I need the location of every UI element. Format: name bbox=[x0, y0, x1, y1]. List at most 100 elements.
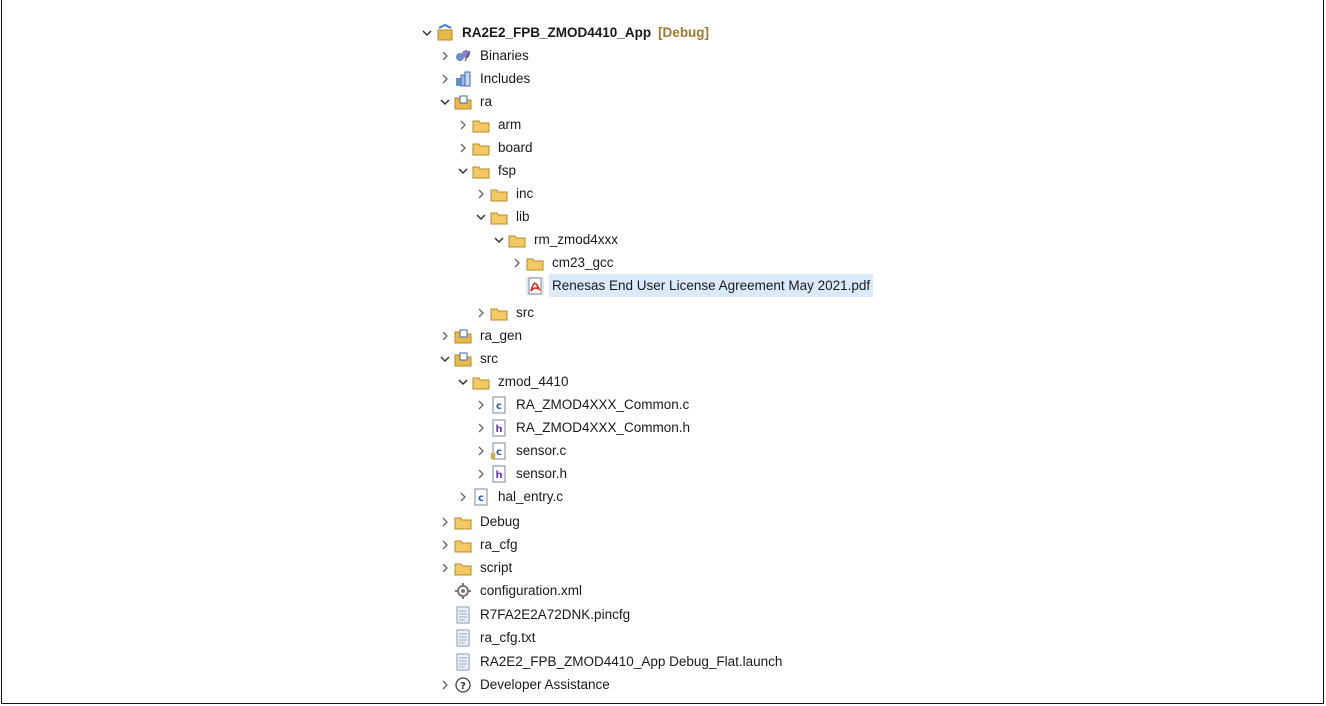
tree-item-fsp-src[interactable]: src bbox=[474, 301, 537, 324]
tree-item-label: arm bbox=[498, 117, 522, 132]
tree-item-label: cm23_gcc bbox=[552, 255, 614, 270]
tree-item-lib[interactable]: lib bbox=[474, 205, 533, 228]
tree-item-fsp[interactable]: fsp bbox=[456, 159, 519, 182]
chevron-right-icon[interactable] bbox=[456, 485, 470, 508]
chevron-right-icon[interactable] bbox=[474, 416, 488, 439]
chevron-down-icon[interactable] bbox=[492, 228, 506, 251]
chevron-down-icon[interactable] bbox=[456, 159, 470, 182]
tree-item-label: src bbox=[480, 351, 498, 366]
source-folder-icon bbox=[454, 327, 472, 345]
c-file-icon: c bbox=[490, 396, 508, 414]
tree-item-label: fsp bbox=[498, 163, 517, 178]
folder-icon bbox=[490, 208, 508, 226]
chevron-right-icon[interactable] bbox=[510, 251, 524, 274]
svg-text:h: h bbox=[495, 470, 502, 481]
tree-item-label: rm_zmod4xxx bbox=[534, 232, 619, 247]
tree-item-label: Renesas End User License Agreement May 2… bbox=[549, 274, 874, 297]
folder-icon bbox=[490, 304, 508, 322]
tree-item-sensor-c[interactable]: c sensor.c bbox=[474, 439, 569, 462]
tree-item-label: Developer Assistance bbox=[480, 677, 610, 692]
tree-item-ra-cfg-txt[interactable]: ra_cfg.txt bbox=[438, 626, 539, 649]
chevron-right-icon[interactable] bbox=[474, 393, 488, 416]
chevron-right-icon[interactable] bbox=[438, 67, 452, 90]
tree-item-rm-zmod4xxx[interactable]: rm_zmod4xxx bbox=[492, 228, 621, 251]
chevron-right-icon[interactable] bbox=[456, 136, 470, 159]
folder-icon bbox=[454, 536, 472, 554]
chevron-down-icon[interactable] bbox=[438, 347, 452, 370]
tree-item-debug-launch[interactable]: RA2E2_FPB_ZMOD4410_App Debug_Flat.launch bbox=[438, 650, 785, 673]
folder-icon bbox=[472, 139, 490, 157]
chevron-right-icon[interactable] bbox=[474, 301, 488, 324]
chevron-down-icon[interactable] bbox=[456, 370, 470, 393]
tree-item-label: Binaries bbox=[480, 48, 529, 63]
tree-item-label: zmod_4410 bbox=[498, 374, 569, 389]
tree-item-label: ra_cfg.txt bbox=[480, 630, 536, 645]
tree-item-label: R7FA2E2A72DNK.pincfg bbox=[480, 607, 631, 622]
includes-icon bbox=[454, 70, 472, 88]
gear-file-icon bbox=[454, 582, 472, 600]
c-file-icon: c bbox=[490, 442, 508, 460]
tree-item-hal-entry-c[interactable]: c hal_entry.c bbox=[456, 485, 566, 508]
build-config-decoration: [Debug] bbox=[658, 25, 710, 40]
svg-text:c: c bbox=[496, 447, 502, 458]
tree-item-src[interactable]: src bbox=[438, 347, 501, 370]
folder-icon bbox=[490, 185, 508, 203]
tree-item-ra-gen[interactable]: ra_gen bbox=[438, 324, 525, 347]
tree-item-developer-assistance[interactable]: ? Developer Assistance bbox=[438, 673, 613, 696]
tree-item-inc[interactable]: inc bbox=[474, 182, 536, 205]
tree-item-binaries[interactable]: Binaries bbox=[438, 44, 532, 67]
tree-item-zmod-4410[interactable]: zmod_4410 bbox=[456, 370, 572, 393]
tree-item-label: configuration.xml bbox=[480, 583, 583, 598]
chevron-right-icon[interactable] bbox=[474, 439, 488, 462]
folder-icon bbox=[454, 513, 472, 531]
tree-item-configuration-xml[interactable]: configuration.xml bbox=[438, 579, 585, 602]
tree-item-pincfg[interactable]: R7FA2E2A72DNK.pincfg bbox=[438, 603, 633, 626]
h-file-icon: h bbox=[490, 419, 508, 437]
tree-item-project-root[interactable]: RA2E2_FPB_ZMOD4410_App [Debug] bbox=[420, 21, 709, 44]
chevron-right-icon[interactable] bbox=[438, 44, 452, 67]
tree-item-label: src bbox=[516, 305, 534, 320]
tree-item-label: board bbox=[498, 140, 533, 155]
tree-item-label: inc bbox=[516, 186, 534, 201]
chevron-down-icon[interactable] bbox=[420, 21, 434, 44]
source-folder-icon bbox=[454, 93, 472, 111]
tree-item-board[interactable]: board bbox=[456, 136, 536, 159]
tree-item-ra-cfg[interactable]: ra_cfg bbox=[438, 533, 521, 556]
tree-item-debug[interactable]: Debug bbox=[438, 510, 523, 533]
tree-item-cm23-gcc[interactable]: cm23_gcc bbox=[510, 251, 617, 274]
explorer-frame bbox=[1, 0, 1324, 704]
tree-item-label: sensor.h bbox=[516, 466, 568, 481]
tree-item-label: Debug bbox=[480, 514, 520, 529]
tree-item-arm[interactable]: arm bbox=[456, 113, 524, 136]
folder-icon bbox=[526, 254, 544, 272]
tree-item-ra[interactable]: ra bbox=[438, 90, 495, 113]
tree-item-label: lib bbox=[516, 209, 530, 224]
tree-item-license-pdf[interactable]: Renesas End User License Agreement May 2… bbox=[510, 274, 910, 297]
tree-item-label: ra_gen bbox=[480, 328, 523, 343]
folder-icon bbox=[472, 373, 490, 391]
chevron-down-icon[interactable] bbox=[438, 90, 452, 113]
chevron-right-icon[interactable] bbox=[456, 113, 470, 136]
chevron-right-icon[interactable] bbox=[438, 510, 452, 533]
tree-item-label: RA2E2_FPB_ZMOD4410_App Debug_Flat.launch bbox=[480, 654, 783, 669]
tree-item-includes[interactable]: Includes bbox=[438, 67, 533, 90]
chevron-right-icon[interactable] bbox=[438, 533, 452, 556]
text-file-icon bbox=[454, 653, 472, 671]
source-folder-icon bbox=[454, 350, 472, 368]
svg-text:c: c bbox=[496, 401, 502, 412]
chevron-right-icon[interactable] bbox=[474, 182, 488, 205]
chevron-right-icon[interactable] bbox=[438, 673, 452, 696]
chevron-right-icon[interactable] bbox=[474, 462, 488, 485]
tree-item-sensor-h[interactable]: h sensor.h bbox=[474, 462, 570, 485]
tree-item-script[interactable]: script bbox=[438, 556, 515, 579]
chevron-right-icon[interactable] bbox=[438, 556, 452, 579]
chevron-down-icon[interactable] bbox=[474, 205, 488, 228]
folder-icon bbox=[472, 116, 490, 134]
project-name: RA2E2_FPB_ZMOD4410_App bbox=[462, 25, 652, 40]
chevron-right-icon[interactable] bbox=[438, 324, 452, 347]
binaries-icon bbox=[454, 47, 472, 65]
tree-item-common-c[interactable]: c RA_ZMOD4XXX_Common.c bbox=[474, 393, 692, 416]
pdf-file-icon bbox=[526, 276, 544, 295]
folder-icon bbox=[508, 231, 526, 249]
tree-item-common-h[interactable]: h RA_ZMOD4XXX_Common.h bbox=[474, 416, 693, 439]
